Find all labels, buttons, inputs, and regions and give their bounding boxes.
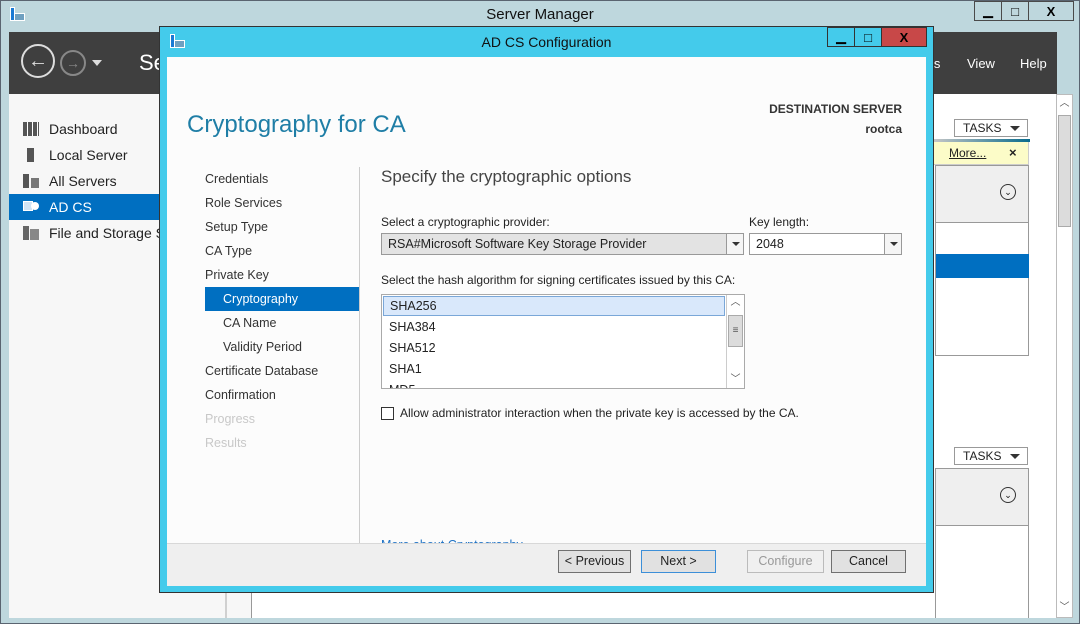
servers-icon bbox=[23, 174, 39, 188]
chevron-down-icon bbox=[1010, 126, 1020, 131]
scroll-down-icon[interactable]: ﹀ bbox=[728, 372, 743, 388]
wizard-step-cryptography[interactable]: Cryptography bbox=[205, 287, 359, 311]
provider-label: Select a cryptographic provider: bbox=[381, 215, 550, 229]
dialog-title: AD CS Configuration bbox=[481, 34, 612, 50]
steps-divider bbox=[359, 167, 360, 553]
wizard-step-role-services[interactable]: Role Services bbox=[205, 191, 359, 215]
destination-server-label: DESTINATION SERVER bbox=[769, 102, 902, 116]
provider-value: RSA#Microsoft Software Key Storage Provi… bbox=[388, 237, 647, 251]
notification-close-icon[interactable]: × bbox=[1009, 145, 1017, 160]
dialog-maximize-button[interactable]: □ bbox=[854, 27, 882, 47]
tasks-button-bottom[interactable]: TASKS bbox=[954, 447, 1028, 465]
sidebar-item-label: AD CS bbox=[49, 199, 92, 215]
maximize-button[interactable]: □ bbox=[1001, 1, 1029, 21]
hash-option-sha512[interactable]: SHA512 bbox=[383, 338, 725, 358]
wizard-step-ca-name[interactable]: CA Name bbox=[205, 311, 359, 335]
wizard-step-validity-period[interactable]: Validity Period bbox=[205, 335, 359, 359]
previous-button[interactable]: < Previous bbox=[558, 550, 631, 573]
hash-option-sha256[interactable]: SHA256 bbox=[383, 296, 725, 316]
wizard-step-progress: Progress bbox=[205, 412, 256, 426]
tasks-button-top[interactable]: TASKS bbox=[954, 119, 1028, 137]
wizard-step-results: Results bbox=[205, 436, 247, 450]
scroll-thumb[interactable] bbox=[1058, 115, 1071, 227]
minimize-button[interactable]: ▁ bbox=[974, 1, 1002, 21]
sidebar-item-label: All Servers bbox=[49, 173, 117, 189]
back-button[interactable]: ← bbox=[21, 44, 55, 78]
server-icon bbox=[23, 148, 39, 162]
scroll-up-icon[interactable]: ︿ bbox=[728, 295, 743, 311]
dashboard-icon bbox=[23, 122, 39, 136]
dialog-body: Cryptography for CA DESTINATION SERVER r… bbox=[167, 57, 926, 553]
chevron-down-icon bbox=[884, 234, 901, 254]
forward-button[interactable]: → bbox=[60, 50, 86, 76]
expand-chevron-icon[interactable]: ⌄ bbox=[1000, 487, 1016, 503]
hash-label: Select the hash algorithm for signing ce… bbox=[381, 273, 736, 287]
arrow-left-icon: ← bbox=[28, 49, 48, 72]
key-length-label: Key length: bbox=[749, 215, 810, 229]
sidebar-item-label: Dashboard bbox=[49, 121, 118, 137]
provider-select[interactable]: RSA#Microsoft Software Key Storage Provi… bbox=[381, 233, 744, 255]
tasks-label: TASKS bbox=[963, 449, 1002, 463]
adcs-configuration-dialog: AD CS Configuration ▁ □ X Cryptography f… bbox=[159, 26, 934, 593]
close-button[interactable]: X bbox=[1028, 1, 1074, 21]
admin-interaction-checkbox[interactable] bbox=[381, 406, 394, 420]
sidebar-item-label: File and Storage S bbox=[49, 225, 165, 241]
server-manager-title: Server Manager bbox=[486, 6, 594, 23]
hash-option-md5[interactable]: MD5 bbox=[383, 380, 725, 388]
hash-option-sha384[interactable]: SHA384 bbox=[383, 317, 725, 337]
chevron-down-icon bbox=[1010, 454, 1020, 459]
storage-icon bbox=[23, 226, 39, 240]
wizard-step-confirmation[interactable]: Confirmation bbox=[205, 383, 359, 407]
tile-body-top bbox=[935, 223, 1029, 356]
wizard-step-private-key[interactable]: Private Key bbox=[205, 263, 359, 287]
section-title: Specify the cryptographic options bbox=[381, 167, 632, 186]
cancel-button[interactable]: Cancel bbox=[831, 550, 906, 573]
tile-body-bottom bbox=[935, 526, 1029, 618]
menu-view[interactable]: View bbox=[967, 56, 995, 71]
tile-header-bottom: ⌄ bbox=[935, 468, 1029, 526]
next-button[interactable]: Next > bbox=[641, 550, 716, 573]
hash-algorithm-list[interactable]: SHA256SHA384SHA512SHA1MD5 ︿ ≡ ﹀ bbox=[381, 294, 745, 389]
page-title: Cryptography for CA bbox=[187, 111, 406, 138]
admin-interaction-label: Allow administrator interaction when the… bbox=[400, 406, 799, 420]
notification-more-link[interactable]: More... bbox=[949, 146, 986, 160]
chevron-down-icon bbox=[726, 234, 743, 254]
destination-server-value: rootca bbox=[865, 122, 902, 136]
dialog-close-button[interactable]: X bbox=[881, 27, 927, 47]
history-dropdown-icon[interactable] bbox=[92, 60, 102, 66]
hash-list-scrollbar[interactable]: ︿ ≡ ﹀ bbox=[726, 295, 744, 388]
admin-interaction-option[interactable]: Allow administrator interaction when the… bbox=[381, 406, 799, 420]
expand-chevron-icon[interactable]: ⌄ bbox=[1000, 184, 1016, 200]
menu-help[interactable]: Help bbox=[1020, 56, 1047, 71]
server-manager-scrollbar[interactable]: ︿ ﹀ bbox=[1056, 94, 1073, 618]
wizard-step-credentials[interactable]: Credentials bbox=[205, 167, 359, 191]
configure-button[interactable]: Configure bbox=[747, 550, 824, 573]
key-length-value: 2048 bbox=[756, 237, 784, 251]
scroll-up-icon[interactable]: ︿ bbox=[1057, 96, 1072, 112]
arrow-right-icon: → bbox=[66, 55, 80, 71]
scroll-thumb-icon[interactable]: ≡ bbox=[728, 315, 743, 347]
tile-header-top: ⌄ bbox=[935, 165, 1029, 223]
selected-row[interactable] bbox=[936, 254, 1029, 278]
notification-bar: More... × bbox=[931, 139, 1030, 165]
sidebar-item-label: Local Server bbox=[49, 147, 128, 163]
dialog-minimize-button[interactable]: ▁ bbox=[827, 27, 855, 47]
hash-option-sha1[interactable]: SHA1 bbox=[383, 359, 725, 379]
certificate-icon bbox=[23, 200, 39, 214]
wizard-step-ca-type[interactable]: CA Type bbox=[205, 239, 359, 263]
wizard-step-certificate-database[interactable]: Certificate Database bbox=[205, 359, 359, 383]
wizard-steps: Credentials Role Services Setup Type CA Typ… bbox=[205, 167, 359, 455]
key-length-select[interactable]: 2048 bbox=[749, 233, 902, 255]
tasks-label: TASKS bbox=[963, 121, 1002, 135]
wizard-step-setup-type[interactable]: Setup Type bbox=[205, 215, 359, 239]
scroll-down-icon[interactable]: ﹀ bbox=[1057, 600, 1072, 616]
